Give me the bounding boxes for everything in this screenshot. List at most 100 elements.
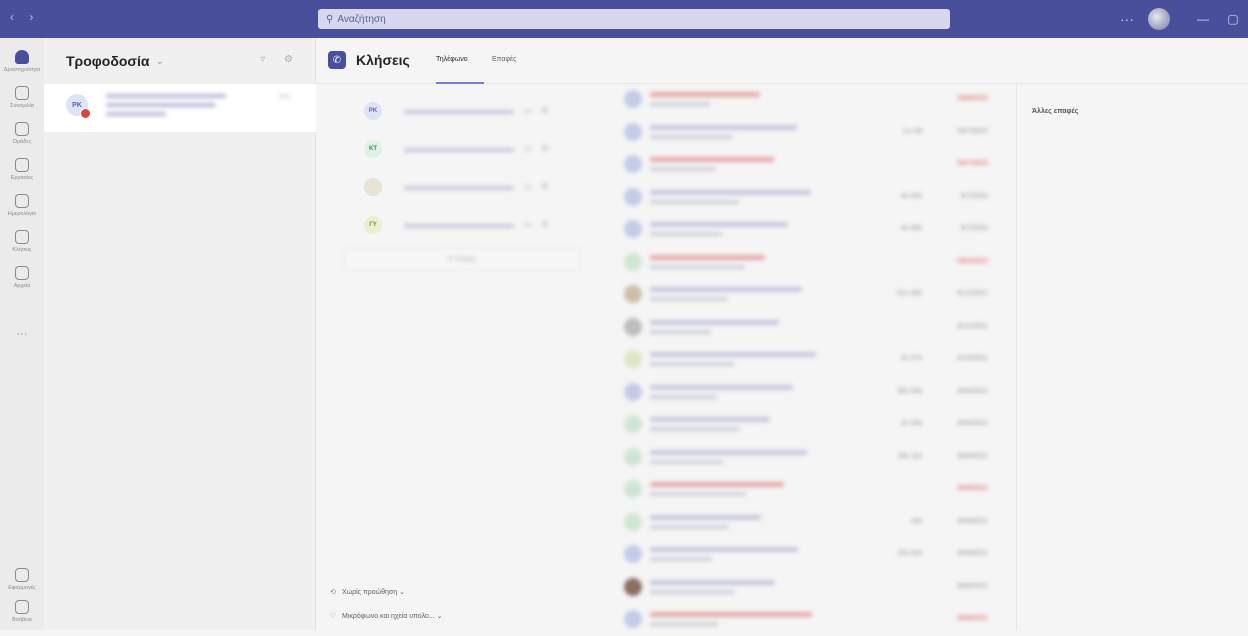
caller-detail-redacted (650, 492, 746, 496)
pane-divider (1016, 84, 1017, 630)
call-history-row[interactable]: 28/9/2021 (622, 604, 992, 636)
caller-detail-redacted (650, 362, 734, 366)
caller-name-redacted (650, 579, 775, 585)
rail-item-label: Εφαρμογές (8, 585, 36, 591)
call-history-row[interactable]: 15λ 32δ 28/9/2021 (622, 539, 992, 571)
filter-settings-icons[interactable]: ▿ ⚙ (260, 54, 301, 65)
contact-call-actions[interactable]: ▭ ✆ (524, 182, 552, 191)
contact-name-redacted (404, 110, 514, 114)
rail-item-file[interactable]: Αρχεία (0, 266, 44, 289)
feed-item[interactable]: PK 13:0 (44, 84, 316, 132)
caller-detail-redacted (650, 622, 718, 626)
rail-item-help[interactable]: Βοήθεια (0, 600, 44, 623)
call-date: 8/11/2021 (957, 322, 988, 330)
tab-phone[interactable]: Τηλέφωνο (436, 56, 468, 63)
rail-item-apps[interactable]: Εφαρμογές (0, 568, 44, 591)
caller-name-redacted (650, 189, 811, 195)
call-button[interactable]: ✆ Κλήση (344, 248, 580, 270)
call-history-row[interactable]: 29/4/2022 (622, 247, 992, 279)
contact-call-actions[interactable]: ▭ ✆ (524, 220, 552, 229)
call-duration: 15λ 32δ (897, 550, 922, 557)
call-history-row[interactable]: 2λ 33δ 28/9/2021 (622, 409, 992, 441)
caller-name-redacted (650, 222, 788, 227)
call-forwarding-setting[interactable]: ⟲ Χωρίς προώθηση ⌄ (330, 588, 405, 596)
speed-dial-contact[interactable]: KT ▭ ✆ (356, 136, 586, 164)
profile-avatar[interactable] (1148, 8, 1170, 30)
call-history-row[interactable]: 1ω 08 24/7/2022 (622, 117, 992, 149)
caller-name-redacted (650, 254, 765, 260)
more-options-icon[interactable]: ··· (1120, 11, 1134, 27)
call-date: 28/9/2021 (956, 582, 988, 590)
teams-icon (15, 122, 29, 136)
call-history-row[interactable]: 19/8/2022 (622, 84, 992, 116)
call-history-row[interactable]: 14δ 28/9/2021 (622, 507, 992, 539)
speed-dial-contact[interactable]: ▭ ✆ (356, 174, 586, 202)
caller-detail-redacted (650, 427, 740, 431)
speed-dial-contact[interactable]: ΓΥ ▭ ✆ (356, 212, 586, 240)
call-history-row[interactable]: 4λ 49δ 8/7/2022 (622, 214, 992, 246)
app-rail: Δραστηριότητα Συνομιλία Ομάδες Εργασίες Ημερ… (0, 38, 44, 630)
avatar: ΓΥ (364, 216, 382, 234)
contact-call-actions[interactable]: ▭ ✆ (524, 144, 552, 153)
rail-item-chat[interactable]: Συνομιλία (0, 86, 44, 109)
call-date: 28/9/2021 (956, 452, 988, 460)
rail-item-calendar[interactable]: Ημερολόγιο (0, 194, 44, 217)
caller-name-redacted (650, 157, 774, 162)
avatar (624, 252, 642, 271)
forward-icon: ⟲ (330, 589, 336, 596)
search-input[interactable]: ⚲ Αναζήτηση (318, 9, 950, 29)
feed-item-preview (106, 94, 226, 121)
audio-device-setting[interactable]: ♡ Μικρόφωνο και ηχεία υπολο... ⌄ (330, 612, 443, 620)
feed-title[interactable]: Τροφοδοσία (66, 53, 149, 69)
headset-icon: ♡ (330, 613, 337, 620)
caller-detail-redacted (650, 297, 728, 301)
avatar (624, 415, 642, 433)
call-history-row[interactable]: 28/9/2021 (622, 572, 992, 604)
minimize-button[interactable]: — (1188, 12, 1218, 26)
call-history-row[interactable]: 8/11/2021 (622, 312, 992, 344)
window-controls: ··· — ▢ (1120, 0, 1248, 38)
contact-call-actions[interactable]: ▭ ✆ (524, 106, 552, 115)
call-history-row[interactable]: 51λ 40δ 4/12/2021 (622, 279, 992, 311)
chevron-down-icon: ⌄ (436, 613, 443, 620)
rail-item-teams[interactable]: Ομάδες (0, 122, 44, 145)
caller-name-redacted (650, 319, 779, 325)
call-duration: 35λ 28δ (897, 387, 922, 395)
rail-item-label: Δραστηριότητα (3, 67, 41, 73)
caller-detail-redacted (650, 394, 717, 399)
call-date: 8/7/2022 (960, 225, 988, 232)
call-history-row[interactable]: 28/9/2021 (622, 474, 992, 506)
call-history-row[interactable]: 3λ 37δ 4/10/2021 (622, 344, 992, 376)
tab-contacts[interactable]: Επαφές (492, 56, 516, 63)
rail-item-assignments[interactable]: Εργασίες (0, 158, 44, 181)
chevron-down-icon: ⌄ (399, 589, 405, 596)
chevron-down-icon[interactable]: ⌄ (155, 56, 163, 67)
rail-item-label: Βοήθεια (12, 617, 32, 623)
caller-detail-redacted (650, 264, 745, 269)
call-history-row[interactable]: 35λ 28δ 28/9/2021 (622, 377, 992, 409)
nav-arrows[interactable]: ‹ › (10, 10, 39, 24)
speed-dial-contact[interactable]: PK ▭ ✆ (356, 98, 586, 126)
avatar (624, 90, 642, 108)
rail-item-phone[interactable]: Κλήσεις (0, 230, 44, 253)
call-history-row[interactable]: 4λ 45δ 8/7/2022 (622, 182, 992, 214)
call-forwarding-label: Χωρίς προώθηση (341, 589, 398, 596)
rail-item-label: Συνομιλία (10, 103, 34, 109)
more-apps-icon[interactable]: ··· (0, 328, 44, 340)
caller-name-redacted (650, 547, 798, 552)
caller-detail-redacted (650, 557, 712, 561)
call-history-row[interactable]: 26λ 11δ 28/9/2021 (622, 442, 992, 474)
call-duration: 14δ (910, 517, 922, 525)
call-duration: 4λ 45δ (900, 192, 922, 200)
call-date: 28/9/2021 (956, 550, 988, 557)
avatar (624, 285, 642, 303)
caller-detail-redacted (650, 459, 723, 464)
maximize-button[interactable]: ▢ (1218, 12, 1248, 26)
rail-item-label: Ημερολόγιο (7, 211, 37, 217)
rail-item-bell[interactable]: Δραστηριότητα (0, 50, 44, 73)
call-history-row[interactable]: 24/7/2022 (622, 149, 992, 181)
avatar (624, 382, 642, 401)
assignments-icon (15, 158, 29, 172)
avatar (624, 350, 642, 368)
call-duration: 3λ 37δ (900, 355, 922, 362)
